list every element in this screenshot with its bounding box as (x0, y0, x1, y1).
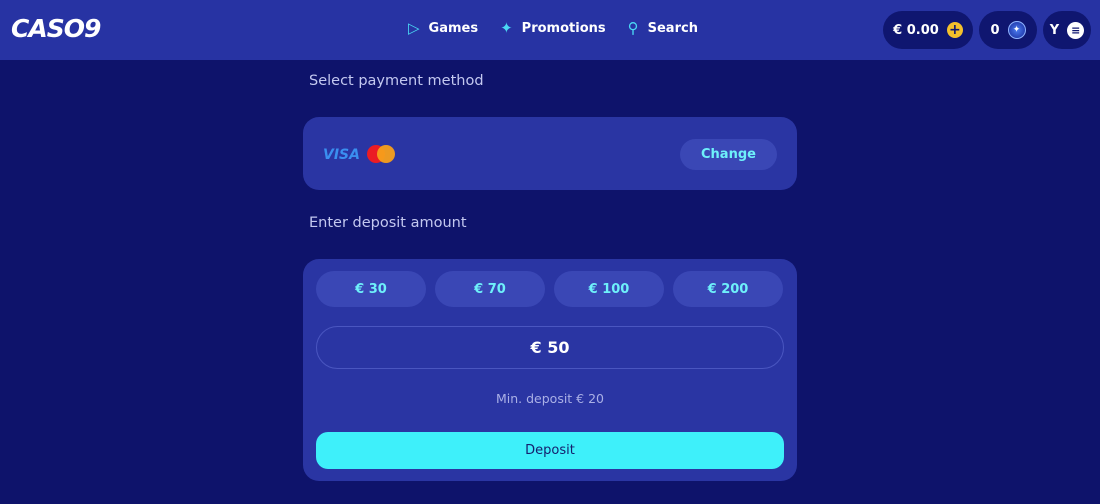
preset-70[interactable]: € 70 (435, 271, 545, 307)
nav-label: Games (428, 20, 479, 36)
deposit-card: € 30 € 70 € 100 € 200 Min. deposit € 20 … (303, 259, 797, 481)
nav-search[interactable]: ⚲ Search (628, 19, 698, 37)
mastercard-logo (367, 145, 395, 163)
visa-logo: VISA (323, 147, 360, 163)
preset-100[interactable]: € 100 (554, 271, 664, 307)
balance-button[interactable]: € 0.00 + (883, 11, 973, 49)
user-initial: Y (1049, 22, 1060, 38)
main-nav: ▷ Games ✦ Promotions ⚲ Search (408, 19, 698, 37)
nav-label: Search (647, 20, 698, 36)
orb-icon: ✦ (1007, 21, 1026, 39)
preset-30[interactable]: € 30 (316, 271, 426, 307)
preset-amounts: € 30 € 70 € 100 € 200 (316, 271, 783, 307)
logo[interactable]: CASO9 (11, 14, 101, 43)
deposit-label: Enter deposit amount (309, 215, 467, 231)
menu-icon: ≡ (1067, 21, 1085, 39)
points: 0 (990, 22, 1000, 38)
amount-input[interactable] (316, 326, 784, 369)
min-deposit: Min. deposit € 20 (495, 391, 605, 406)
play-icon: ▷ (408, 19, 420, 37)
nav-games[interactable]: ▷ Games (408, 19, 478, 37)
payment-method-card: VISA Change (303, 117, 797, 190)
deposit-button[interactable]: Deposit (316, 432, 784, 469)
search-icon: ⚲ (627, 19, 639, 37)
payment-label: Select payment method (309, 73, 484, 89)
header: CASO9 ▷ Games ✦ Promotions ⚲ Search € 0.00 +… (0, 0, 1100, 60)
sparkle-icon: ✦ (500, 19, 513, 37)
nav-label: Promotions (521, 20, 606, 36)
points-button[interactable]: 0 ✦ (979, 11, 1037, 49)
nav-promotions[interactable]: ✦ Promotions (500, 19, 606, 37)
user-menu-button[interactable]: Y ≡ (1043, 11, 1091, 49)
change-button[interactable]: Change (680, 139, 777, 170)
balance: € 0.00 (893, 22, 939, 38)
plus-coin-icon: + (946, 22, 963, 38)
preset-200[interactable]: € 200 (673, 271, 783, 307)
